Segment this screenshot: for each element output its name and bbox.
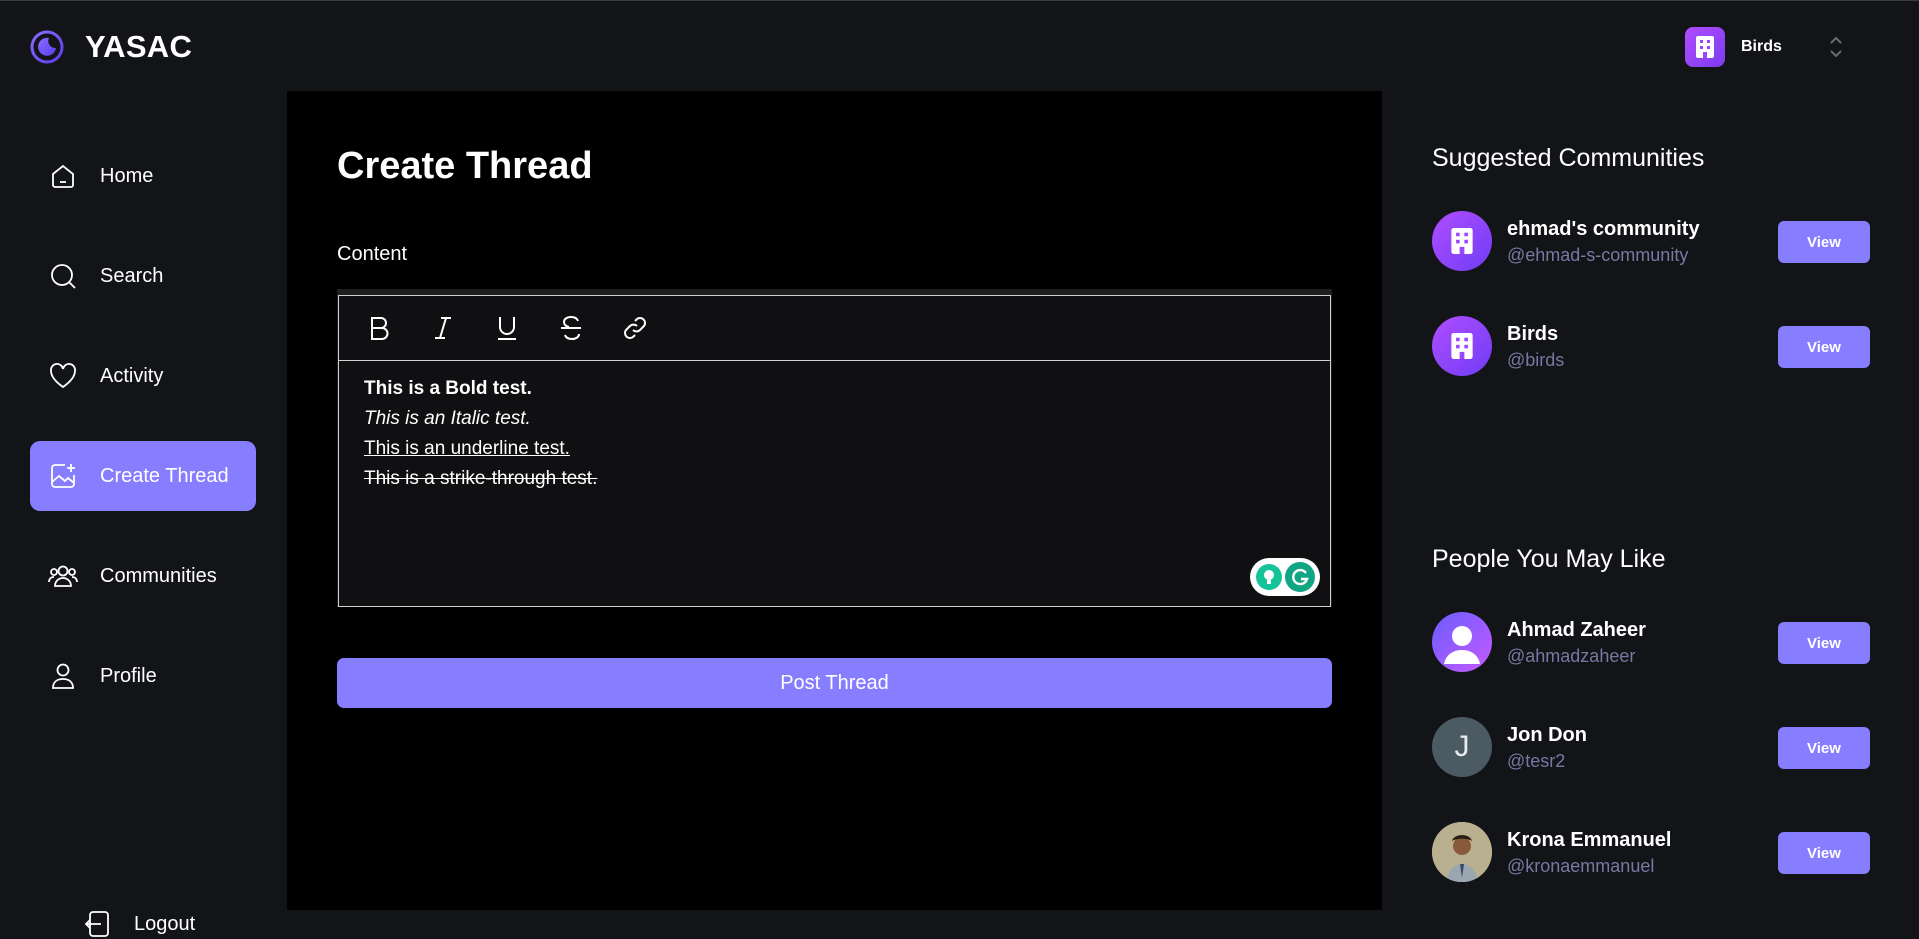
sidebar-item-home[interactable]: Home	[30, 141, 256, 211]
bold-icon	[371, 317, 389, 340]
person-avatar	[1432, 612, 1492, 672]
sidebar-item-profile[interactable]: Profile	[30, 641, 256, 711]
topbar: YASAC Birds	[0, 0, 1919, 91]
person-photo	[1432, 822, 1492, 882]
view-person-button[interactable]: View	[1778, 622, 1870, 664]
right-sidebar: Suggested Communities ehmad's community …	[1382, 91, 1919, 910]
community-card: Birds @birds View	[1432, 316, 1872, 378]
logo-link[interactable]: YASAC	[29, 29, 192, 65]
people-you-may-like-title: People You May Like	[1432, 545, 1666, 573]
person-handle: @kronaemmanuel	[1507, 856, 1655, 876]
strikethrough-button[interactable]	[555, 312, 587, 344]
sidebar-item-communities[interactable]: Communities	[30, 541, 256, 611]
editor-content[interactable]: This is a Bold test. This is an Italic t…	[338, 360, 1331, 607]
person-card: J Jon Don @tesr2 View	[1432, 717, 1872, 779]
editor-line-strike: This is a strike-through test.	[364, 468, 598, 489]
content-label: Content	[337, 243, 408, 265]
community-handle: @birds	[1507, 350, 1565, 370]
logout-label: Logout	[134, 912, 196, 935]
sidebar-item-label: Search	[100, 264, 164, 287]
org-avatar	[1685, 27, 1725, 67]
logout-icon	[84, 911, 109, 937]
editor-line-bold: This is a Bold test.	[364, 378, 532, 399]
editor-line-italic: This is an Italic test.	[364, 408, 531, 429]
underline-icon	[498, 317, 516, 340]
community-avatar	[1432, 316, 1492, 376]
home-icon	[52, 164, 74, 188]
org-name: Birds	[1741, 38, 1782, 55]
view-person-button[interactable]: View	[1778, 832, 1870, 874]
person-name: Krona Emmanuel	[1507, 829, 1672, 851]
community-card: ehmad's community @ehmad-s-community Vie…	[1432, 211, 1872, 273]
search-icon	[51, 264, 76, 289]
link-icon	[624, 317, 646, 339]
building-icon	[1451, 228, 1473, 254]
person-card: Krona Emmanuel @kronaemmanuel View	[1432, 822, 1872, 884]
person-card: Ahmad Zaheer @ahmadzaheer View	[1432, 612, 1872, 674]
logo-icon	[30, 30, 64, 64]
sidebar-item-label: Home	[100, 164, 154, 187]
post-thread-button[interactable]: Post Thread	[337, 658, 1332, 708]
italic-button[interactable]	[427, 312, 459, 344]
view-person-button[interactable]: View	[1778, 727, 1870, 769]
organization-switcher[interactable]: Birds	[1685, 27, 1844, 67]
sidebar-item-create-thread[interactable]: Create Thread	[30, 441, 256, 511]
app-title: YASAC	[85, 29, 193, 64]
building-icon	[1451, 333, 1473, 359]
editor-toolbar	[338, 295, 1331, 361]
user-silhouette-icon	[1444, 626, 1480, 664]
community-name: ehmad's community	[1507, 218, 1700, 240]
sidebar-item-activity[interactable]: Activity	[30, 341, 256, 411]
sidebar-item-label: Activity	[100, 364, 164, 387]
rich-text-editor: This is a Bold test. This is an Italic t…	[337, 289, 1332, 607]
editor-line-underline: This is an underline test.	[364, 438, 570, 459]
person-avatar: J	[1432, 717, 1492, 777]
logout-button[interactable]: Logout	[84, 909, 195, 939]
grammarly-widget[interactable]	[1250, 558, 1320, 596]
link-button[interactable]	[619, 312, 651, 344]
bold-button[interactable]	[363, 312, 395, 344]
sidebar-item-label: Communities	[100, 564, 217, 587]
page-title: Create Thread	[337, 145, 593, 187]
image-plus-icon	[51, 464, 75, 488]
view-community-button[interactable]: View	[1778, 326, 1870, 368]
lightbulb-icon	[1255, 564, 1282, 590]
user-icon	[52, 663, 74, 689]
grammarly-icon	[1284, 562, 1315, 592]
italic-icon	[435, 317, 451, 339]
person-handle: @tesr2	[1507, 751, 1566, 771]
underline-button[interactable]	[491, 312, 523, 344]
strikethrough-icon	[561, 315, 581, 341]
person-avatar	[1432, 822, 1492, 882]
community-name: Birds	[1507, 323, 1559, 345]
community-handle: @ehmad-s-community	[1507, 245, 1689, 265]
main-content: Create Thread Content This is a Bold tes…	[287, 91, 1382, 910]
person-name: Jon Don	[1507, 724, 1587, 746]
users-icon	[48, 565, 78, 587]
person-name: Ahmad Zaheer	[1507, 619, 1646, 641]
view-community-button[interactable]: View	[1778, 221, 1870, 263]
left-sidebar: Home Search Activity Create Thread Commu…	[0, 91, 287, 937]
person-handle: @ahmadzaheer	[1507, 646, 1636, 666]
chevron-updown-icon	[1830, 36, 1842, 58]
community-avatar	[1432, 211, 1492, 271]
heart-icon	[50, 363, 76, 389]
building-icon	[1696, 36, 1714, 58]
sidebar-item-search[interactable]: Search	[30, 241, 256, 311]
sidebar-item-label: Profile	[100, 664, 157, 687]
suggested-communities-title: Suggested Communities	[1432, 144, 1705, 172]
sidebar-item-label: Create Thread	[100, 464, 229, 487]
